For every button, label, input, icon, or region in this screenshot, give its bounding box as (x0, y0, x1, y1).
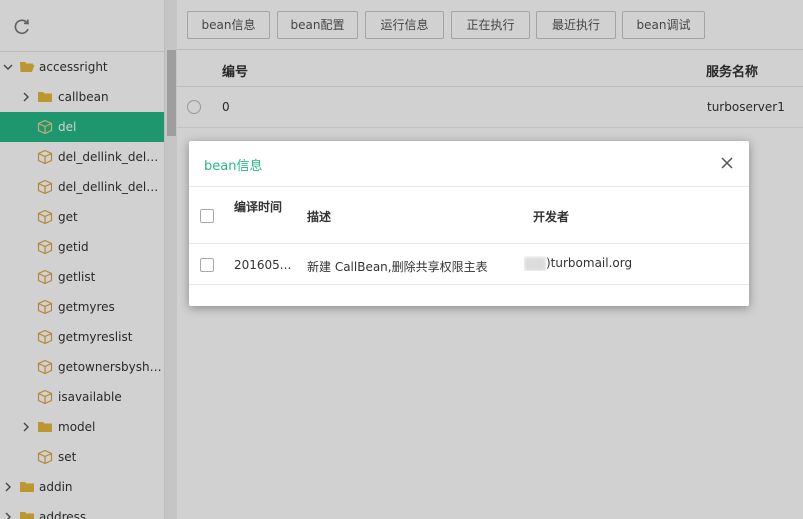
close-icon[interactable] (721, 157, 733, 169)
developer-email: )turbomail.org (546, 256, 633, 270)
select-all-checkbox[interactable] (200, 209, 214, 223)
dialog-table-header: 编译时间 描述 开发者 (189, 188, 749, 244)
row-checkbox[interactable] (200, 258, 214, 272)
header-description: 描述 (307, 210, 332, 224)
header-developer: 开发者 (533, 210, 570, 224)
redacted-text (524, 256, 546, 271)
cell-developer: )turbomail.org (524, 256, 632, 271)
dialog-table-row[interactable]: 201605... 新建 CallBean,删除共享权限主表 )turbomai… (189, 244, 749, 285)
header-compile-time: 编译时间 (234, 200, 283, 214)
dialog-title: bean信息 (204, 159, 263, 174)
cell-compile-time: 201605... (234, 258, 292, 272)
cell-description: 新建 CallBean,删除共享权限主表 (307, 260, 488, 274)
dialog-header: bean信息 (189, 141, 749, 187)
bean-info-dialog: bean信息 编译时间 描述 开发者 201605... 新建 CallBean… (189, 141, 749, 306)
